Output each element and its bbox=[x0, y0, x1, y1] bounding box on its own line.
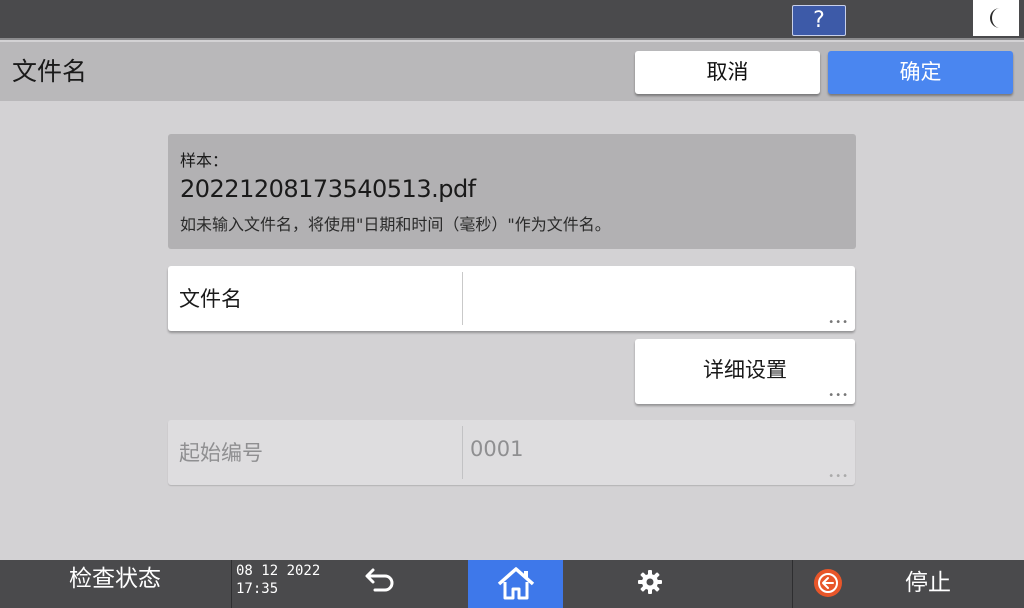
back-button[interactable] bbox=[356, 562, 406, 602]
system-bar: ? bbox=[0, 0, 1024, 40]
sample-panel: 样本： 20221208173540513.pdf 如未输入文件名，将使用"日期… bbox=[168, 134, 856, 249]
date-text: 08 12 2022 bbox=[236, 563, 321, 579]
start-number-field: 起始编号 0001 ••• bbox=[168, 420, 855, 485]
back-arrow-icon bbox=[365, 568, 394, 592]
stop-icon bbox=[814, 569, 842, 597]
datetime-display: 08 12 2022 17:35 bbox=[236, 562, 320, 598]
sample-filename: 20221208173540513.pdf bbox=[180, 175, 476, 203]
cancel-button[interactable]: 取消 bbox=[635, 51, 820, 94]
check-status-button[interactable]: 检查状态 bbox=[0, 560, 230, 608]
more-icon: ••• bbox=[828, 317, 849, 328]
detail-settings-button[interactable]: 详细设置 ••• bbox=[635, 339, 855, 404]
home-icon bbox=[497, 567, 534, 600]
divider bbox=[462, 272, 463, 325]
stop-button[interactable] bbox=[812, 567, 844, 599]
filename-field[interactable]: 文件名 ••• bbox=[168, 266, 855, 331]
sample-label: 样本： bbox=[180, 151, 229, 170]
sample-note: 如未输入文件名，将使用"日期和时间（毫秒）"作为文件名。 bbox=[180, 215, 611, 234]
page-title: 文件名 bbox=[12, 57, 88, 86]
settings-button[interactable] bbox=[625, 566, 675, 602]
more-icon: ••• bbox=[828, 471, 849, 482]
divider bbox=[231, 560, 232, 608]
moon-icon bbox=[990, 8, 1000, 28]
night-mode-button[interactable] bbox=[973, 0, 1019, 36]
bottom-bar: 检查状态 08 12 2022 17:35 停止 bbox=[0, 560, 1024, 608]
detail-settings-label: 详细设置 bbox=[703, 358, 787, 382]
start-number-input: 0001 bbox=[470, 437, 524, 461]
divider bbox=[462, 426, 463, 479]
divider bbox=[792, 560, 793, 608]
start-number-label: 起始编号 bbox=[179, 441, 263, 465]
gear-icon bbox=[638, 570, 662, 594]
ok-button[interactable]: 确定 bbox=[828, 51, 1013, 94]
page-header: 文件名 取消 确定 bbox=[0, 42, 1024, 101]
time-text: 17:35 bbox=[236, 581, 279, 597]
home-button[interactable] bbox=[468, 560, 563, 608]
filename-label: 文件名 bbox=[179, 287, 242, 311]
help-button[interactable]: ? bbox=[792, 5, 846, 36]
stop-label[interactable]: 停止 bbox=[905, 563, 951, 597]
more-icon: ••• bbox=[828, 390, 849, 401]
